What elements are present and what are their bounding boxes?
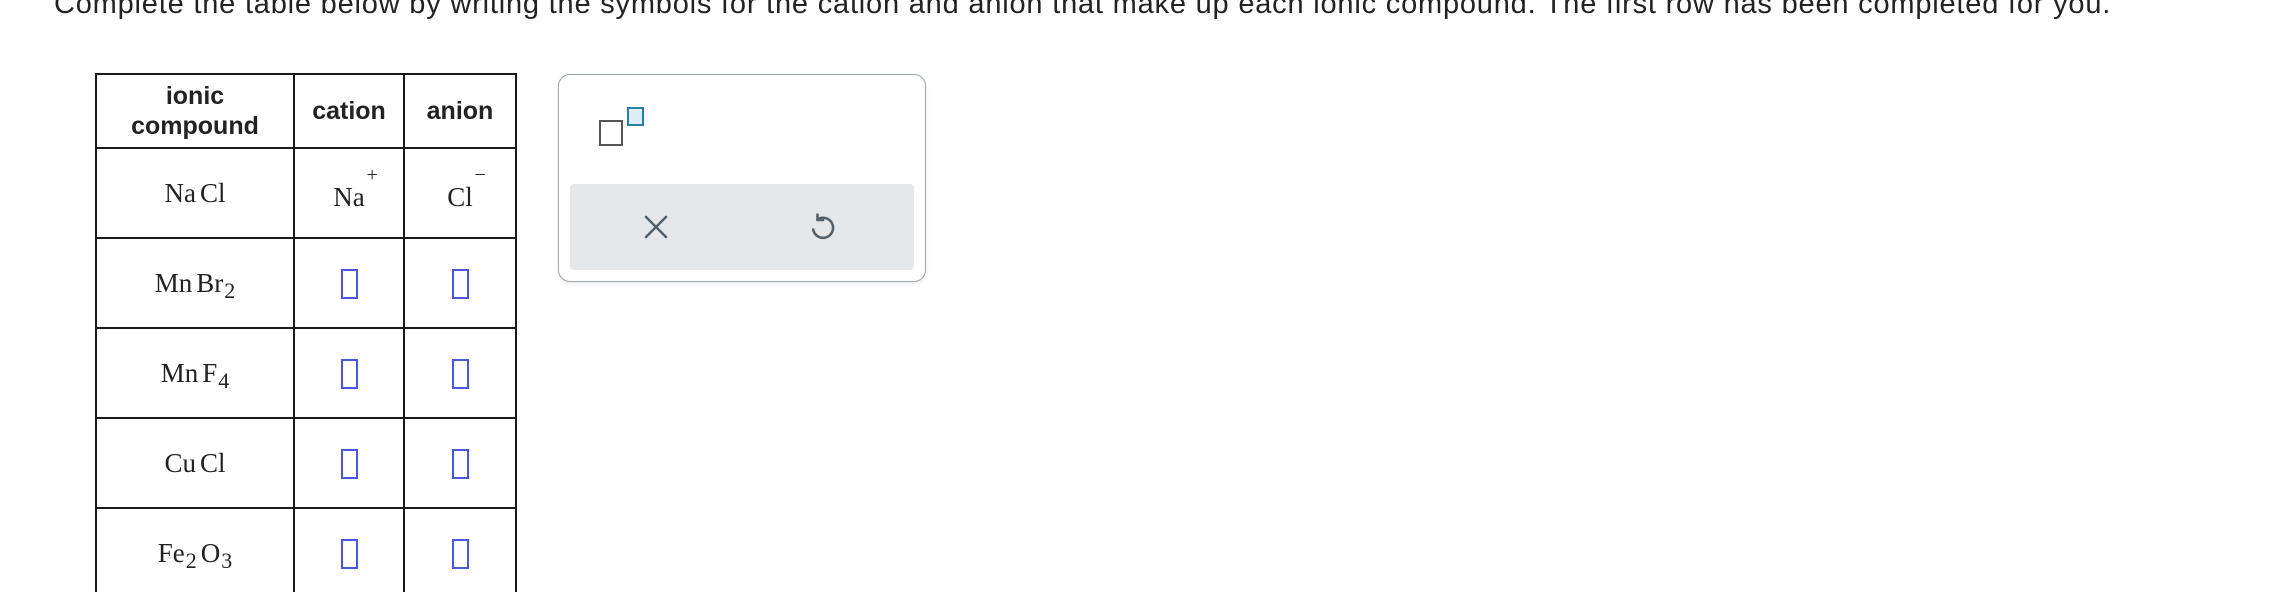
- palette-action-bar: [570, 184, 914, 270]
- cation-answer-input[interactable]: [340, 268, 358, 299]
- instruction-text: Complete the table below by writing the …: [54, 0, 2112, 20]
- element-text: Br: [196, 267, 224, 298]
- anion-cell: [403, 507, 517, 592]
- base-box: [599, 120, 623, 146]
- cation-answer-input[interactable]: [340, 538, 358, 569]
- cation-symbol: Na +: [333, 164, 377, 213]
- table-body: Na Cl Na + Cl − Mn Br2 Mn F4 Cu Cl Fe2 O3: [95, 147, 517, 592]
- clear-button[interactable]: [633, 204, 679, 250]
- anion-cell: [403, 327, 517, 419]
- element-symbol: F4: [202, 357, 229, 393]
- table-row: Mn F4: [95, 327, 517, 419]
- cation-cell: [293, 507, 405, 592]
- answer-palette: [558, 74, 926, 282]
- element-subscript: 4: [218, 367, 230, 393]
- anion-answer-input[interactable]: [451, 358, 469, 389]
- anion-answer-input[interactable]: [451, 268, 469, 299]
- anion-symbol: Cl −: [447, 164, 486, 213]
- element-text: Cl: [200, 447, 226, 478]
- element-text: O: [200, 537, 221, 568]
- cation-charge: +: [366, 163, 378, 186]
- compound-cell: Cu Cl: [95, 417, 295, 509]
- table-header-row: ionic compound cation anion: [95, 73, 517, 149]
- element-text: Fe: [157, 537, 185, 568]
- anion-answer-input[interactable]: [451, 448, 469, 479]
- close-icon: [644, 215, 668, 239]
- table-row: Cu Cl: [95, 417, 517, 509]
- element-text: Cu: [164, 447, 196, 478]
- anion-answer-input[interactable]: [451, 538, 469, 569]
- cation-cell: [293, 417, 405, 509]
- compound-formula: Mn F4: [161, 357, 230, 393]
- cation-cell: Na +: [293, 147, 405, 239]
- header-compound-line2: compound: [131, 112, 259, 140]
- element-text: Mn: [160, 357, 199, 388]
- header-cation: cation: [293, 73, 405, 149]
- undo-icon: [811, 213, 835, 240]
- element-subscript: 2: [185, 547, 197, 573]
- table-row: Na Cl Na + Cl −: [95, 147, 517, 239]
- element-text: Cl: [199, 177, 226, 208]
- anion-cell: [403, 237, 517, 329]
- element-text: F: [202, 357, 218, 388]
- compound-formula: Cu Cl: [164, 448, 225, 478]
- element-symbol: Fe2: [157, 537, 197, 573]
- element-symbol: Cl: [200, 448, 226, 479]
- header-compound-line1: ionic: [165, 82, 225, 110]
- cation-symbol-text: Na: [333, 181, 365, 212]
- element-subscript: 2: [224, 277, 236, 303]
- element-text: Na: [164, 177, 196, 208]
- element-text: Mn: [154, 267, 193, 298]
- compound-cell: Mn F4: [95, 327, 295, 419]
- anion-symbol-text: Cl: [447, 181, 473, 212]
- table-row: Mn Br2: [95, 237, 517, 329]
- element-symbol: Mn: [161, 358, 199, 389]
- cation-cell: [293, 327, 405, 419]
- compound-formula: Mn Br2: [155, 267, 236, 303]
- table-row: Fe2 O3: [95, 507, 517, 592]
- compound-cell: Na Cl: [95, 147, 295, 239]
- cation-cell: [293, 237, 405, 329]
- anion-charge: −: [474, 163, 486, 186]
- element-subscript: 3: [221, 547, 233, 573]
- superscript-template-icon[interactable]: [599, 105, 651, 146]
- undo-button[interactable]: [800, 204, 846, 250]
- element-symbol: Mn: [155, 268, 193, 299]
- compound-cell: Fe2 O3: [95, 507, 295, 592]
- superscript-box: [627, 107, 644, 126]
- header-ionic-compound: ionic compound: [95, 73, 295, 149]
- element-symbol: Na: [165, 178, 196, 209]
- element-symbol: Br2: [196, 267, 235, 303]
- element-symbol: Cu: [164, 448, 196, 479]
- compound-formula: Fe2 O3: [157, 537, 233, 573]
- compound-cell: Mn Br2: [95, 237, 295, 329]
- compound-formula: Na Cl: [165, 178, 226, 208]
- element-symbol: Cl: [200, 178, 226, 209]
- anion-cell: Cl −: [403, 147, 517, 239]
- cation-answer-input[interactable]: [340, 448, 358, 479]
- element-symbol: O3: [200, 537, 233, 573]
- cation-answer-input[interactable]: [340, 358, 358, 389]
- anion-cell: [403, 417, 517, 509]
- header-anion: anion: [403, 73, 517, 149]
- ionic-compound-table: ionic compound cation anion Na Cl Na + Cl − Mn…: [95, 73, 517, 592]
